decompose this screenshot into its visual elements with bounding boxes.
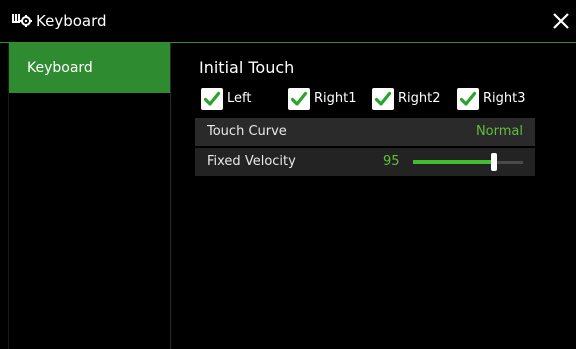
fixed-velocity-slider[interactable] <box>413 153 523 171</box>
checkbox-right1[interactable]: Right1 <box>288 86 357 112</box>
close-button[interactable] <box>550 10 572 32</box>
checkmark-icon <box>201 88 223 110</box>
fixed-velocity-row: Fixed Velocity 95 <box>195 148 535 176</box>
checkmark-icon <box>288 88 310 110</box>
close-icon <box>553 13 569 29</box>
checkbox-right3[interactable]: Right3 <box>457 86 526 112</box>
checkmark-icon <box>457 88 479 110</box>
keyboard-settings-icon <box>11 11 33 29</box>
window-title: Keyboard <box>36 12 107 30</box>
sidebar: Keyboard <box>8 43 171 349</box>
checkmark-icon <box>372 88 394 110</box>
fixed-velocity-label: Fixed Velocity <box>207 154 296 169</box>
checkbox-label: Left <box>227 91 252 106</box>
slider-fill <box>413 160 494 164</box>
checkbox-left[interactable]: Left <box>201 86 251 112</box>
checkbox-label: Right1 <box>314 91 357 106</box>
section-title-initial-touch: Initial Touch <box>199 58 295 77</box>
checkbox-label: Right3 <box>483 91 526 106</box>
keyboard-settings-screen: Keyboard Keyboard Initial Touch Left Rig… <box>0 0 576 349</box>
sidebar-item-keyboard[interactable]: Keyboard <box>9 43 170 93</box>
title-bar: Keyboard <box>0 0 576 43</box>
fixed-velocity-value: 95 <box>383 154 400 169</box>
touch-curve-value[interactable]: Normal <box>476 124 523 140</box>
checkbox-right2[interactable]: Right2 <box>372 86 441 112</box>
touch-curve-row[interactable]: Touch Curve Normal <box>195 118 535 146</box>
sidebar-item-label: Keyboard <box>27 60 93 76</box>
touch-curve-label: Touch Curve <box>207 124 287 139</box>
checkbox-label: Right2 <box>398 91 441 106</box>
slider-thumb[interactable] <box>491 153 497 171</box>
